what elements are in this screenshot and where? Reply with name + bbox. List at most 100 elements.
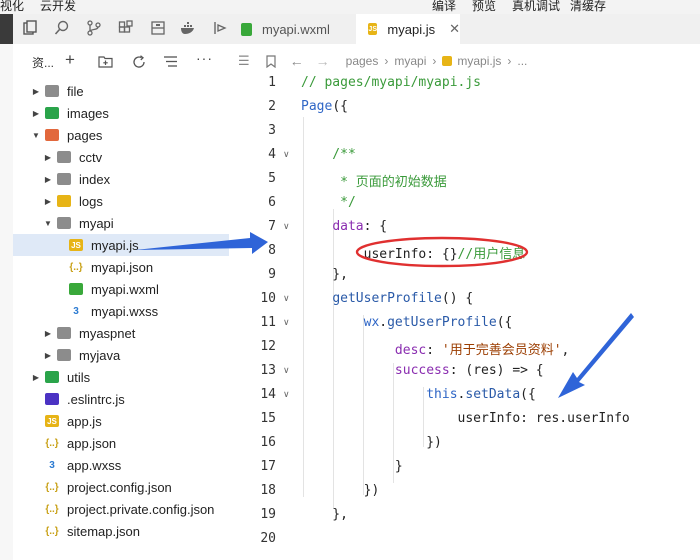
tree-item[interactable]: myapi.wxml <box>13 278 229 300</box>
tree-item[interactable]: {..} myapi.json <box>13 256 229 278</box>
menu-preview[interactable]: 预览 <box>472 0 496 14</box>
breadcrumb-item[interactable]: pages <box>346 54 379 68</box>
breadcrumb-item[interactable]: ... <box>517 54 527 68</box>
chevron-right-icon[interactable]: ▶ <box>31 87 41 96</box>
fold-chevron-icon[interactable]: ∨ <box>283 149 290 160</box>
tree-item-label: .eslintrc.js <box>67 391 125 407</box>
fold-chevron-icon[interactable]: ∨ <box>283 221 290 232</box>
code-line[interactable]: userInfo: {}//用户信息 <box>301 243 526 262</box>
code-line[interactable]: }, <box>301 507 348 522</box>
fold-chevron-icon[interactable]: ∨ <box>283 317 290 328</box>
tree-item[interactable]: ▶ myjava <box>13 344 229 366</box>
more-icon[interactable]: ··· <box>196 50 213 66</box>
tree-item[interactable]: 3 myapi.wxss <box>13 300 229 322</box>
eslint-icon <box>45 393 59 405</box>
new-file-icon[interactable]: + <box>65 50 75 70</box>
tree-item[interactable]: {..} project.config.json <box>13 476 229 498</box>
tab-myapi-wxml[interactable]: myapi.wxml <box>229 14 355 44</box>
new-folder-icon[interactable] <box>98 55 113 68</box>
source-control-icon[interactable] <box>86 20 102 36</box>
storage-icon[interactable] <box>150 20 166 36</box>
folder-icon <box>57 173 71 185</box>
line-number: 4 <box>268 147 276 162</box>
chevron-right-icon[interactable]: ▶ <box>43 175 53 184</box>
chevron-right-icon[interactable]: ▶ <box>43 329 53 338</box>
bookmark-icon[interactable] <box>266 54 276 68</box>
code-line[interactable]: /** <box>301 147 356 162</box>
code-line[interactable]: this.setData({ <box>301 387 536 402</box>
tree-item[interactable]: ▶ images <box>13 102 229 124</box>
menu-visualize[interactable]: 视化 <box>0 0 24 14</box>
chevron-right-icon[interactable]: ▶ <box>43 197 53 206</box>
tree-item-label: myapi.json <box>91 259 154 275</box>
tree-item[interactable]: ▼ myapi <box>13 212 229 234</box>
json-file-icon: {..} <box>45 525 59 537</box>
tree-item[interactable]: {..} project.private.config.json <box>13 498 229 520</box>
code-line[interactable]: userInfo: res.userInfo <box>301 411 630 426</box>
tree-item[interactable]: {..} sitemap.json <box>13 520 229 542</box>
tab-myapi-js[interactable]: JS myapi.js ✕ <box>356 14 460 44</box>
line-number: 8 <box>268 243 276 258</box>
chevron-right-icon[interactable]: ▶ <box>31 373 41 382</box>
tree-item-label: myapi <box>79 215 114 231</box>
code-line[interactable]: success: (res) => { <box>301 363 544 378</box>
code-line[interactable]: getUserProfile() { <box>301 291 473 306</box>
tree-item[interactable]: ▶ index <box>13 168 229 190</box>
code-line[interactable]: }, <box>301 267 348 282</box>
tree-item[interactable]: ▼ pages <box>13 124 229 146</box>
tree-item[interactable]: ▶ myaspnet <box>13 322 229 344</box>
code-line[interactable]: data: { <box>301 219 387 234</box>
search-icon[interactable] <box>54 20 70 36</box>
menu-compile[interactable]: 编译 <box>432 0 456 14</box>
tree-item[interactable]: JS app.js <box>13 410 229 432</box>
back-arrow-icon[interactable]: ← <box>290 53 304 69</box>
refresh-icon[interactable] <box>132 55 146 69</box>
menu-device-debug[interactable]: 真机调试 <box>512 0 560 14</box>
forward-arrow-icon[interactable]: → <box>316 53 330 69</box>
tree-item[interactable]: ▶ file <box>13 80 229 102</box>
docker-icon[interactable] <box>180 20 196 36</box>
code-line[interactable]: // pages/myapi/myapi.js <box>301 75 481 90</box>
explorer-title: 资... <box>32 56 55 70</box>
code-line[interactable]: }) <box>301 483 380 498</box>
code-line[interactable]: } <box>301 459 403 474</box>
tree-item[interactable]: {..} app.json <box>13 432 229 454</box>
tree-item[interactable]: ▶ utils <box>13 366 229 388</box>
file-explorer: 资... + ··· ▶ file ▶ images ▼ pages ▶ cctv ▶ index… <box>13 44 230 560</box>
breadcrumb-item[interactable]: myapi.js <box>457 54 501 68</box>
code-line[interactable]: wx.getUserProfile({ <box>301 315 513 330</box>
menu-cloud-dev[interactable]: 云开发 <box>40 0 76 14</box>
code-line[interactable]: }) <box>301 435 442 450</box>
line-number: 3 <box>268 123 276 138</box>
tree-item-label: app.js <box>67 413 102 429</box>
code-line[interactable]: Page({ <box>301 99 348 114</box>
code-line[interactable]: desc: '用于完善会员资料', <box>301 339 569 358</box>
code-line[interactable]: */ <box>301 195 356 210</box>
collapse-all-icon[interactable] <box>164 56 177 67</box>
debug-icon[interactable] <box>212 20 228 36</box>
line-number: 12 <box>260 339 276 354</box>
explorer-icon[interactable] <box>22 20 38 36</box>
extensions-icon[interactable] <box>118 20 134 36</box>
fold-chevron-icon[interactable]: ∨ <box>283 293 290 304</box>
list-icon[interactable]: ☰ <box>238 53 250 69</box>
tree-item[interactable]: JS myapi.js <box>13 234 229 256</box>
menu-clear-cache[interactable]: 清缓存 <box>570 0 606 14</box>
close-icon[interactable]: ✕ <box>449 21 460 37</box>
tree-item[interactable]: ▶ logs <box>13 190 229 212</box>
folder-icon <box>57 349 71 361</box>
chevron-right-icon[interactable]: ▶ <box>43 351 53 360</box>
chevron-down-icon[interactable]: ▼ <box>43 219 53 228</box>
tree-item-label: utils <box>67 369 91 385</box>
tree-item[interactable]: 3 app.wxss <box>13 454 229 476</box>
breadcrumb: ☰ ← → pages › myapi › myapi.js › ... <box>229 50 700 72</box>
fold-chevron-icon[interactable]: ∨ <box>283 365 290 376</box>
chevron-right-icon[interactable]: ▶ <box>31 109 41 118</box>
chevron-down-icon[interactable]: ▼ <box>31 131 41 140</box>
breadcrumb-item[interactable]: myapi <box>394 54 426 68</box>
fold-chevron-icon[interactable]: ∨ <box>283 389 290 400</box>
tree-item[interactable]: .eslintrc.js <box>13 388 229 410</box>
code-line[interactable]: * 页面的初始数据 <box>301 171 447 190</box>
tree-item[interactable]: ▶ cctv <box>13 146 229 168</box>
chevron-right-icon[interactable]: ▶ <box>43 153 53 162</box>
